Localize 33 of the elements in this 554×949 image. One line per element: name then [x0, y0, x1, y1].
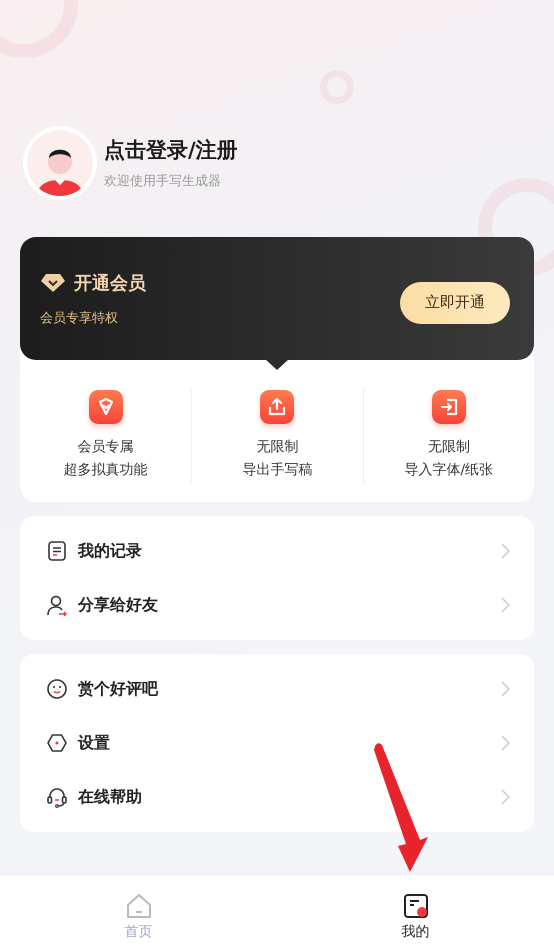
- login-title[interactable]: 点击登录/注册: [104, 136, 238, 164]
- chevron-right-icon: [501, 789, 510, 805]
- avatar-silhouette[interactable]: [22, 125, 98, 201]
- banner-pointer: [265, 359, 289, 370]
- activate-button[interactable]: 立即开通: [400, 282, 510, 324]
- chevron-right-icon: [501, 543, 510, 559]
- benefit-description: 导出手写稿: [242, 461, 312, 480]
- menu-item[interactable]: 设置: [78, 732, 491, 754]
- benefit-title: 无限制: [256, 438, 298, 457]
- welcome-subtitle: 欢迎使用手写生成器: [104, 173, 222, 190]
- headset-icon: [46, 786, 68, 808]
- import-icon: [432, 390, 466, 424]
- document-icon: [46, 540, 68, 562]
- menu-item[interactable]: 我的记录: [78, 540, 491, 562]
- benefit-title: 无限制: [428, 438, 470, 457]
- smiley-icon: [46, 678, 68, 700]
- share-user-icon: [46, 594, 68, 616]
- chevron-right-icon: [501, 597, 510, 613]
- menu-item[interactable]: 赏个好评吧: [78, 678, 491, 700]
- benefit-description: 导入字体/纸张: [404, 461, 494, 480]
- benefit-title: 会员专属: [78, 438, 134, 457]
- diamond-icon: [88, 390, 123, 424]
- menu-item[interactable]: 在线帮助: [78, 786, 491, 808]
- tab[interactable]: 我的: [277, 875, 554, 949]
- settings-icon: [46, 732, 68, 754]
- diamond-icon: [40, 272, 66, 292]
- membership-subtitle: 会员专享特权: [40, 310, 119, 326]
- chevron-right-icon: [501, 681, 510, 697]
- membership-title: 开通会员: [74, 272, 146, 294]
- upload-icon: [260, 390, 294, 424]
- chevron-right-icon: [501, 735, 510, 751]
- benefit-description: 超多拟真功能: [64, 461, 148, 480]
- menu-item[interactable]: 分享给好友: [78, 594, 491, 616]
